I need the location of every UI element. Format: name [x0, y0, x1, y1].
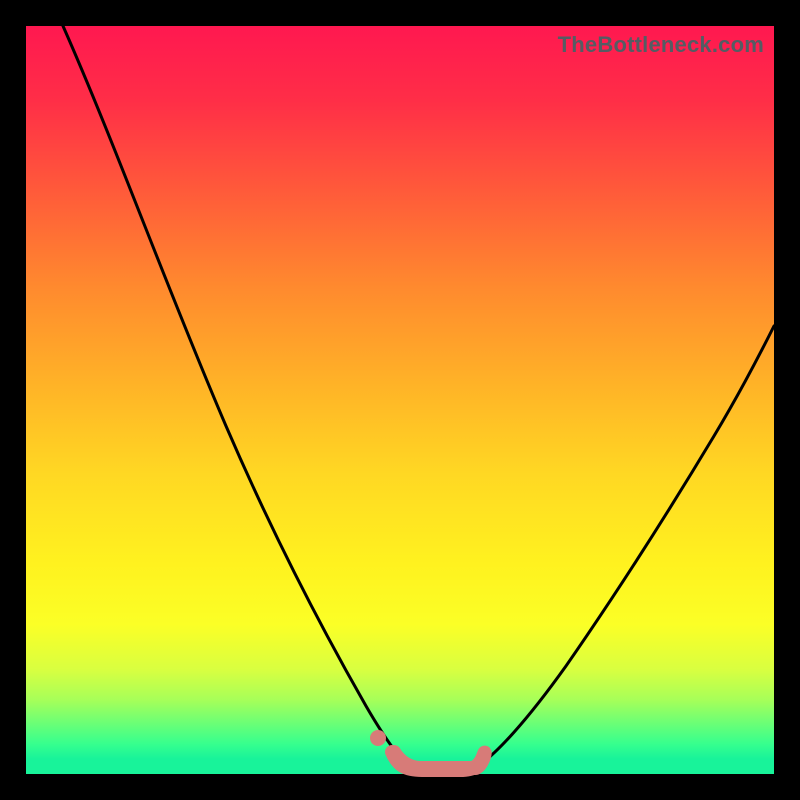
curve-right [478, 326, 774, 766]
curve-left [63, 26, 408, 766]
curve-svg [26, 26, 774, 774]
left-dot [370, 730, 386, 746]
bottom-blob [392, 752, 485, 770]
plot-area: TheBottleneck.com [26, 26, 774, 774]
chart-frame: TheBottleneck.com [0, 0, 800, 800]
